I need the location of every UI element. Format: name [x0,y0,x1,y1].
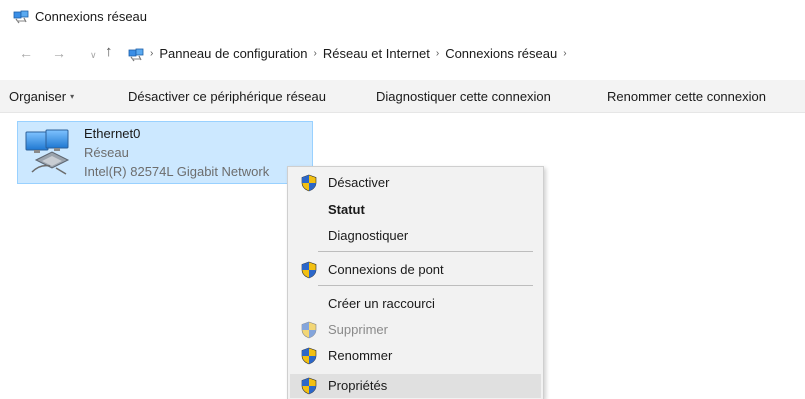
network-connections-icon [13,10,29,24]
menu-item-supprimer: Supprimer [290,318,541,342]
menu-item-label: Propriétés [328,378,388,393]
menu-item-statut[interactable]: Statut [290,198,541,222]
menu-item-label: Créer un raccourci [328,296,435,311]
connection-item-ethernet0[interactable]: Ethernet0 Réseau Intel(R) 82574L Gigabit… [17,121,313,184]
menu-item-label: Diagnostiquer [328,228,409,243]
connection-adapter: Intel(R) 82574L Gigabit Network [84,164,270,179]
connection-type: Réseau [84,145,129,160]
breadcrumb-panneau-de-configuration[interactable]: Panneau de configuration [159,46,307,61]
organize-button[interactable]: Organiser ▾ [9,89,74,104]
connection-name: Ethernet0 [84,126,141,141]
menu-item-creer-un-raccourci[interactable]: Créer un raccourci [290,292,541,316]
menu-item-renommer[interactable]: Renommer [290,344,541,368]
menu-item-label: Connexions de pont [328,262,444,277]
context-menu: Désactiver Statut Diagnostiquer Connexio… [287,166,544,399]
network-connections-icon [128,48,144,62]
up-arrow-icon[interactable]: ↑ [105,44,113,60]
menu-item-label: Renommer [328,348,393,363]
diagnose-connection-button[interactable]: Diagnostiquer cette connexion [376,89,551,104]
window-title: Connexions réseau [35,9,148,24]
uac-shield-icon [301,174,317,192]
address-bar: ← → ∨ ↑ › Panneau de configuration › Rés… [0,38,805,68]
organize-label: Organiser [9,89,67,104]
menu-item-proprietes[interactable]: Propriétés [290,374,541,398]
rename-connection-button[interactable]: Renommer cette connexion [607,89,766,104]
breadcrumb-separator-icon[interactable]: › [436,48,439,59]
dropdown-arrow-icon: ▾ [70,92,75,101]
uac-shield-icon [301,347,317,365]
menu-item-diagnostiquer[interactable]: Diagnostiquer [290,224,541,248]
uac-shield-icon [301,321,317,339]
breadcrumb-separator-icon[interactable]: › [314,48,317,59]
forward-arrow-icon[interactable]: → [52,45,66,61]
uac-shield-icon [301,377,317,395]
breadcrumb: › Panneau de configuration › Réseau et I… [150,46,573,61]
menu-item-desactiver[interactable]: Désactiver [290,171,541,195]
uac-shield-icon [301,261,317,279]
breadcrumb-reseau-et-internet[interactable]: Réseau et Internet [323,46,430,61]
menu-item-label: Statut [328,202,365,217]
breadcrumb-connexions-reseau[interactable]: Connexions réseau [445,46,557,61]
breadcrumb-separator-icon[interactable]: › [150,48,153,59]
recent-locations-chevron-icon[interactable]: ∨ [90,47,97,63]
menu-item-connexions-de-pont[interactable]: Connexions de pont [290,258,541,282]
disable-device-button[interactable]: Désactiver ce périphérique réseau [128,89,326,104]
title-bar: Connexions réseau [0,0,805,34]
menu-separator [318,285,533,286]
ethernet-adapter-icon [25,129,70,175]
menu-separator [318,251,533,252]
menu-item-label: Supprimer [328,322,388,337]
command-toolbar: Organiser ▾ Désactiver ce périphérique ré… [0,80,805,113]
breadcrumb-separator-icon[interactable]: › [563,48,566,59]
back-arrow-icon[interactable]: ← [19,45,33,61]
menu-item-label: Désactiver [328,175,390,190]
